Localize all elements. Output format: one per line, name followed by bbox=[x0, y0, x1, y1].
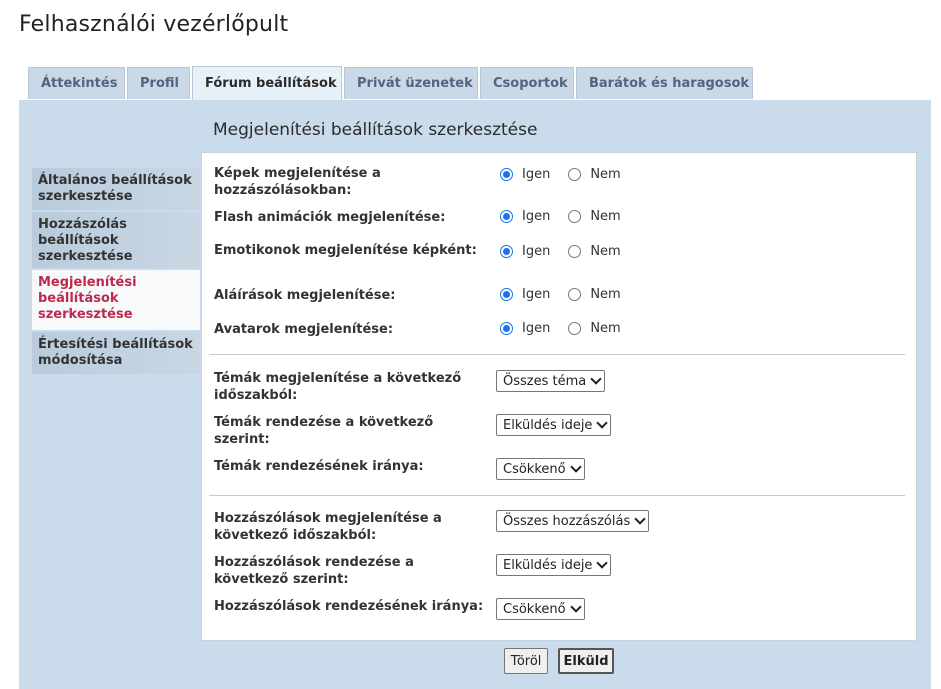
radio-images-no[interactable]: Nem bbox=[568, 167, 621, 182]
radio-smilies-yes[interactable]: Igen bbox=[500, 244, 550, 259]
radio-avatars-yes[interactable]: Igen bbox=[500, 321, 550, 336]
radio-unchecked-icon[interactable] bbox=[568, 322, 582, 335]
setting-label: Témák rendezése a következő szerint: bbox=[214, 415, 434, 447]
setting-label: Avatarok megjelenítése: bbox=[214, 322, 394, 337]
radio-images-yes[interactable]: Igen bbox=[500, 167, 550, 182]
radio-unchecked-icon[interactable] bbox=[568, 210, 582, 223]
settings-form: Képek megjelenítése a hozzászólásokban: … bbox=[201, 152, 917, 641]
radio-checked-icon[interactable] bbox=[500, 210, 513, 223]
chevron-down-icon bbox=[636, 515, 644, 523]
side-item-posting[interactable]: Hozzászólás beállítások szerkesztése bbox=[32, 212, 200, 268]
radio-smilies-no[interactable]: Nem bbox=[568, 244, 621, 259]
radio-unchecked-icon[interactable] bbox=[568, 245, 582, 258]
tab-friends-foes[interactable]: Barátok és haragosok bbox=[576, 67, 753, 99]
setting-label: Témák rendezésének iránya: bbox=[214, 459, 424, 474]
setting-label: Flash animációk megjelenítése: bbox=[214, 210, 446, 225]
reset-button[interactable]: Töröl bbox=[504, 648, 548, 674]
radio-flash-yes[interactable]: Igen bbox=[500, 209, 550, 224]
tab-forum-settings[interactable]: Fórum beállítások bbox=[192, 66, 342, 100]
setting-label: Aláírások megjelenítése: bbox=[214, 288, 396, 303]
radio-checked-icon[interactable] bbox=[500, 322, 513, 335]
topic-sortdir-select[interactable]: Csökkenő bbox=[496, 458, 585, 480]
radio-signatures-no[interactable]: Nem bbox=[568, 287, 621, 302]
chevron-down-icon bbox=[592, 375, 600, 383]
divider bbox=[209, 354, 905, 355]
side-item-display[interactable]: Megjelenítési beállítások szerkesztése bbox=[32, 270, 200, 330]
page-title: Felhasználói vezérlőpult bbox=[19, 12, 289, 37]
setting-label: Képek megjelenítése a hozzászólásokban: bbox=[214, 166, 381, 198]
side-item-general[interactable]: Általános beállítások szerkesztése bbox=[32, 168, 200, 210]
divider bbox=[209, 495, 905, 496]
section-heading: Megjelenítési beállítások szerkesztése bbox=[213, 120, 538, 140]
radio-checked-icon[interactable] bbox=[500, 288, 513, 301]
post-sortdir-select[interactable]: Csökkenő bbox=[496, 598, 585, 620]
radio-flash-no[interactable]: Nem bbox=[568, 209, 621, 224]
radio-unchecked-icon[interactable] bbox=[568, 288, 582, 301]
radio-signatures-yes[interactable]: Igen bbox=[500, 287, 550, 302]
side-item-notifications[interactable]: Értesítési beállítások módosítása bbox=[32, 332, 200, 374]
side-menu: Általános beállítások szerkesztése Hozzá… bbox=[32, 168, 200, 376]
radio-checked-icon[interactable] bbox=[500, 245, 513, 258]
tab-private-messages[interactable]: Privát üzenetek bbox=[344, 67, 478, 99]
content-panel: Megjelenítési beállítások szerkesztése Á… bbox=[19, 100, 931, 689]
radio-unchecked-icon[interactable] bbox=[568, 168, 582, 181]
post-sortkey-select[interactable]: Elküldés ideje bbox=[496, 554, 612, 576]
post-days-select[interactable]: Összes hozzászólás bbox=[496, 510, 650, 532]
radio-avatars-no[interactable]: Nem bbox=[568, 321, 621, 336]
tab-overview[interactable]: Áttekintés bbox=[28, 67, 125, 99]
tab-bar: Áttekintés Profil Fórum beállítások Priv… bbox=[28, 66, 755, 101]
topic-sortkey-select[interactable]: Elküldés ideje bbox=[496, 414, 612, 436]
chevron-down-icon bbox=[572, 603, 580, 611]
chevron-down-icon bbox=[598, 419, 606, 427]
setting-label: Témák megjelenítése a következő időszakb… bbox=[214, 371, 462, 403]
setting-label: Emotikonok megjelenítése képként: bbox=[214, 243, 477, 258]
chevron-down-icon bbox=[598, 559, 606, 567]
setting-label: Hozzászólások megjelenítése a következő … bbox=[214, 511, 442, 543]
submit-button[interactable]: Elküld bbox=[558, 648, 614, 674]
setting-label: Hozzászólások rendezése a következő szer… bbox=[214, 555, 414, 587]
tab-groups[interactable]: Csoportok bbox=[480, 67, 574, 99]
tab-profile[interactable]: Profil bbox=[127, 67, 190, 99]
chevron-down-icon bbox=[572, 463, 580, 471]
radio-checked-icon[interactable] bbox=[500, 168, 513, 181]
setting-label: Hozzászólások rendezésének iránya: bbox=[214, 599, 484, 614]
topic-days-select[interactable]: Összes téma bbox=[496, 370, 606, 392]
